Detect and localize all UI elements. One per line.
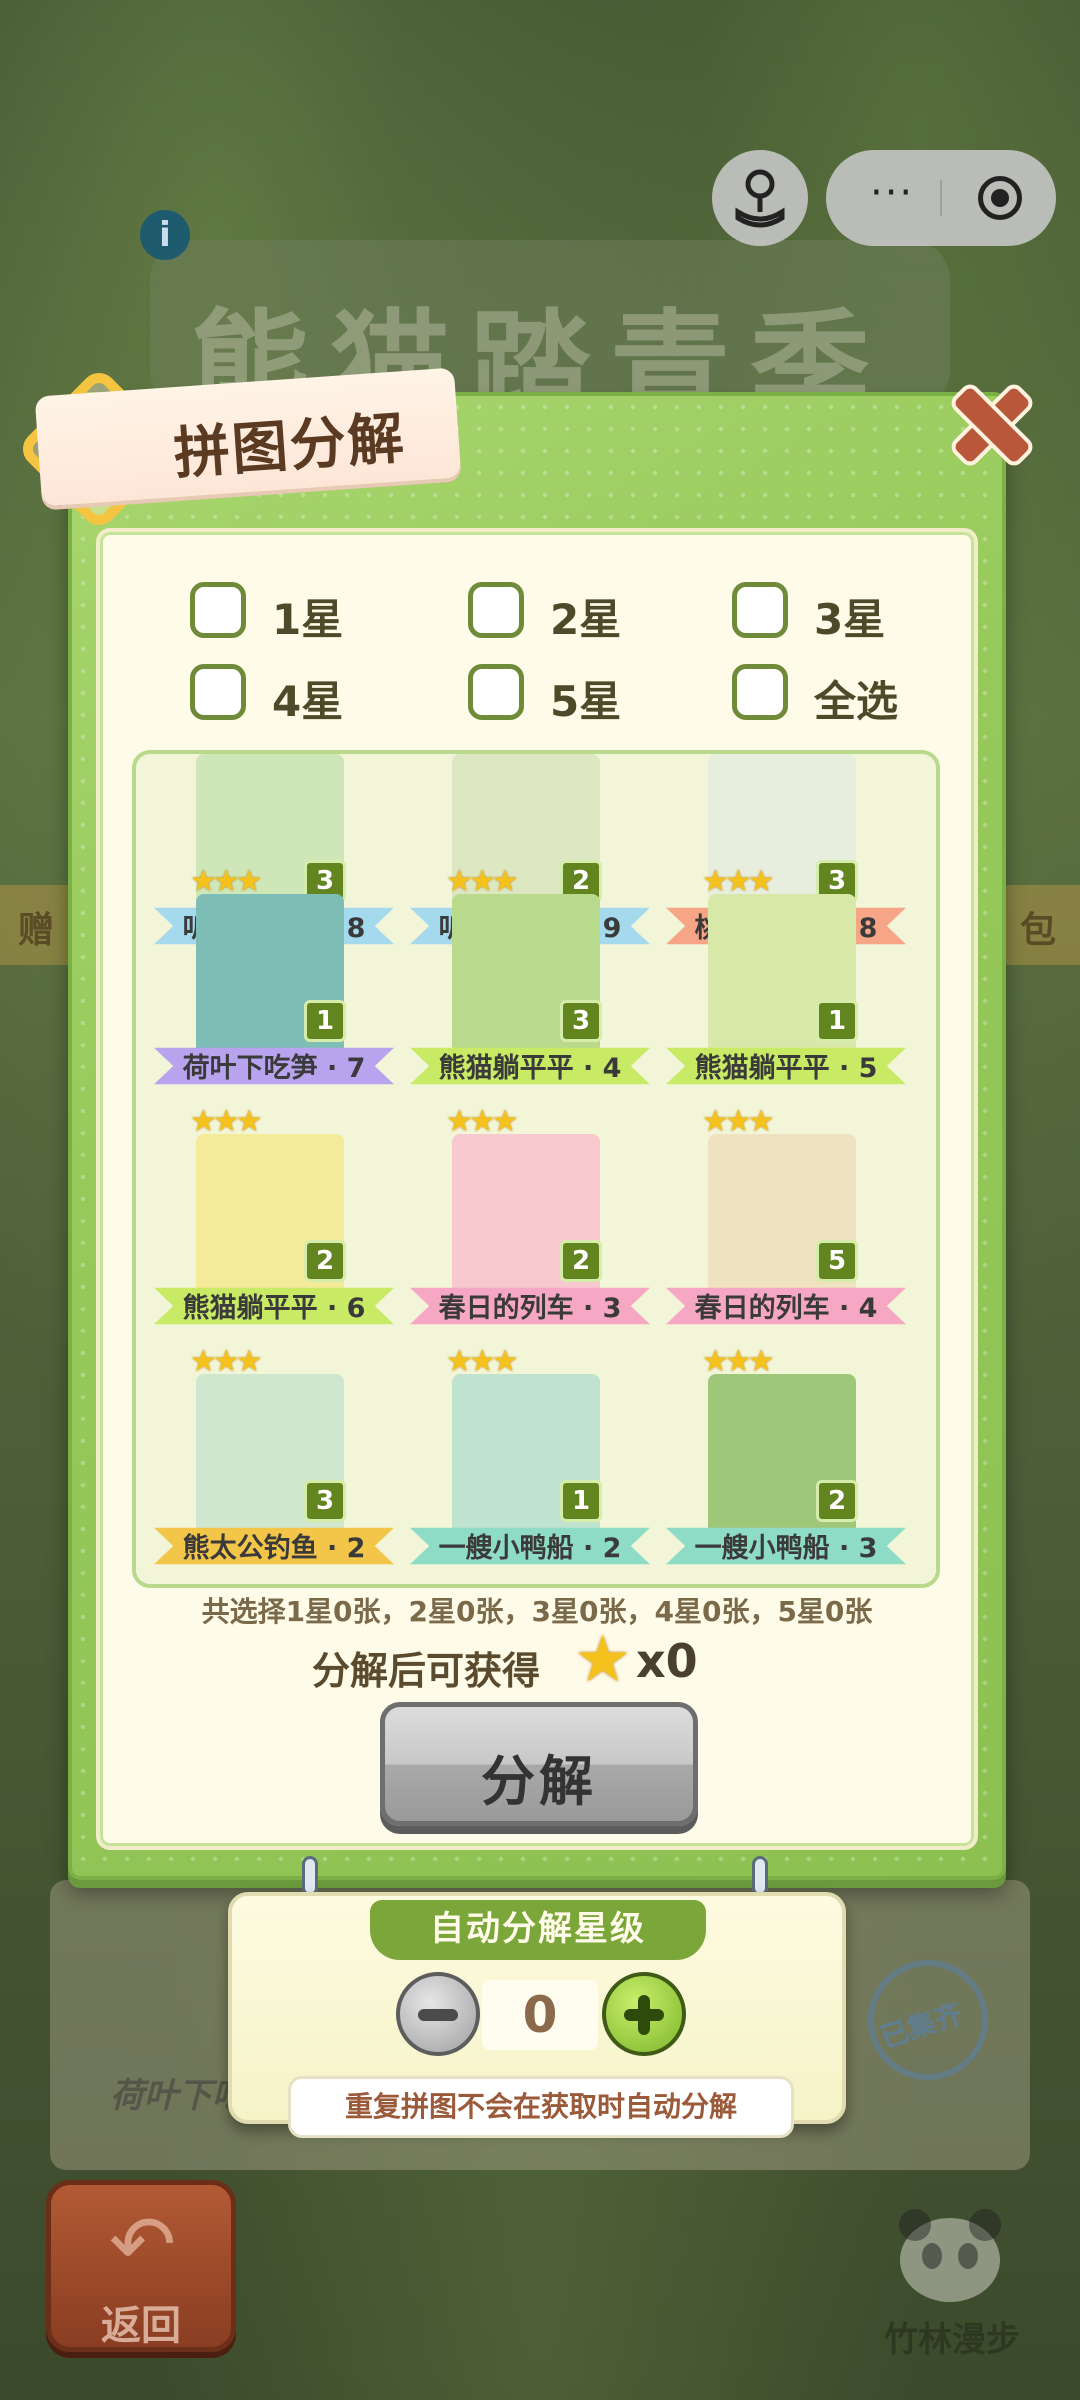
binder-ring-icon (752, 1856, 768, 1896)
joystick-icon (735, 169, 785, 228)
back-button-label: 返回 (101, 2303, 181, 2349)
duplicate-count-badge: 1 (304, 1000, 346, 1042)
star-rating: ★★★ (702, 864, 775, 899)
duplicate-count-badge: 2 (560, 1240, 602, 1282)
background-right-strip: 包 (1000, 885, 1080, 965)
checkbox[interactable] (468, 582, 524, 638)
close-icon[interactable] (944, 378, 1030, 464)
decompose-button-label: 分解 (481, 1750, 597, 1813)
card-label: 一艘小鸭船 · 2 (438, 1533, 622, 1564)
filter-4-star[interactable]: 4星 (190, 664, 360, 726)
capsule-divider (940, 180, 942, 216)
card-label: 熊猫躺平平 · 4 (438, 1053, 622, 1084)
filter-5-star[interactable]: 5星 (468, 664, 638, 726)
puzzle-card[interactable]: ★★★ 1 熊猫躺平平 · 5 (658, 864, 914, 1094)
bamboo-walk-label: 竹林漫步 (884, 2320, 1020, 2360)
puzzle-card[interactable]: ★★★ 2 熊猫躺平平 · 6 (146, 1104, 402, 1334)
star-rating: ★★★ (190, 1344, 263, 1379)
back-arrow-icon: ↶ (109, 2198, 177, 2291)
duplicate-count-badge: 1 (816, 1000, 858, 1042)
card-label: 熊太公钓鱼 · 2 (182, 1533, 366, 1564)
puzzle-card[interactable]: ★★★ 3 熊太公钓鱼 · 2 (146, 1344, 402, 1574)
panel-title: 拼图分解 (171, 406, 408, 488)
more-menu-button[interactable]: ··· (870, 170, 914, 216)
puzzle-card[interactable]: ★★★ 2 春日的列车 · 3 (402, 1104, 658, 1334)
puzzle-card[interactable]: ★★★ 3 熊猫躺平平 · 4 (402, 864, 658, 1094)
duplicate-count-badge: 5 (816, 1240, 858, 1282)
duplicate-count-badge: 1 (560, 1480, 602, 1522)
filter-3-star[interactable]: 3星 (732, 582, 902, 644)
selection-summary: 共选择1星0张，2星0张，3星0张，4星0张，5星0张 (201, 1595, 873, 1628)
star-rating: ★★★ (702, 1104, 775, 1139)
puzzle-card[interactable]: ★★★ 5 春日的列车 · 4 (658, 1104, 914, 1334)
checkbox[interactable] (190, 582, 246, 638)
checkbox[interactable] (190, 664, 246, 720)
card-label: 一艘小鸭船 · 3 (694, 1533, 878, 1564)
panda-mascot-icon (899, 2209, 1001, 2302)
checkbox[interactable] (732, 582, 788, 638)
auto-decompose-note: 重复拼图不会在获取时自动分解 (288, 2076, 794, 2138)
info-icon: i (140, 210, 190, 260)
card-label: 熊猫躺平平 · 5 (694, 1053, 878, 1084)
decompose-button[interactable]: 分解 (380, 1702, 698, 1826)
star-rating: ★★★ (190, 1104, 263, 1139)
card-label: 荷叶下吃笋 · 7 (182, 1053, 366, 1084)
filter-1-star[interactable]: 1星 (190, 582, 360, 644)
close-miniprogram-icon[interactable] (978, 176, 1022, 220)
duplicate-count-badge: 2 (304, 1240, 346, 1282)
card-label: 熊猫躺平平 · 6 (182, 1293, 366, 1324)
background-card-label: 荷叶下吃 (110, 2076, 246, 2116)
star-rating: ★★★ (446, 864, 519, 899)
increase-button[interactable] (602, 1972, 686, 2056)
checkbox[interactable] (732, 664, 788, 720)
gain-value: x0 (636, 1634, 698, 1688)
puzzle-card[interactable]: ★★★ 1 一艘小鸭船 · 2 (402, 1344, 658, 1574)
gain-label: 分解后可获得 (312, 1649, 541, 1693)
filter-select-all[interactable]: 全选 (732, 664, 922, 726)
game-center-button[interactable] (712, 150, 808, 246)
auto-star-level-value: 0 (482, 1980, 598, 2050)
puzzle-card[interactable]: ★★★ 2 一艘小鸭船 · 3 (658, 1344, 914, 1574)
duplicate-count-badge: 3 (304, 1480, 346, 1522)
duplicate-count-badge: 3 (560, 1000, 602, 1042)
filter-2-star[interactable]: 2星 (468, 582, 638, 644)
checkbox[interactable] (468, 664, 524, 720)
puzzle-grid: 3 听风又般雨 · 8 2 听风又般雨 · 9 3 桃树上偷懒 · 8 ★★★ … (132, 750, 940, 1588)
star-icon: ★ (574, 1623, 632, 1697)
auto-decompose-title: 自动分解星级 (370, 1900, 706, 1960)
decrease-button[interactable] (396, 1972, 480, 2056)
star-rating: ★★★ (446, 1104, 519, 1139)
duplicate-count-badge: 2 (816, 1480, 858, 1522)
binder-ring-icon (302, 1856, 318, 1896)
star-rating: ★★★ (446, 1344, 519, 1379)
card-label: 春日的列车 · 3 (438, 1293, 622, 1324)
capsule-menu: ··· (826, 150, 1056, 246)
puzzle-card[interactable]: ★★★ 1 荷叶下吃笋 · 7 (146, 864, 402, 1094)
star-rating: ★★★ (702, 1344, 775, 1379)
star-rating: ★★★ (190, 864, 263, 899)
card-label: 春日的列车 · 4 (694, 1293, 878, 1324)
back-button[interactable]: ↶ 返回 (46, 2180, 236, 2352)
